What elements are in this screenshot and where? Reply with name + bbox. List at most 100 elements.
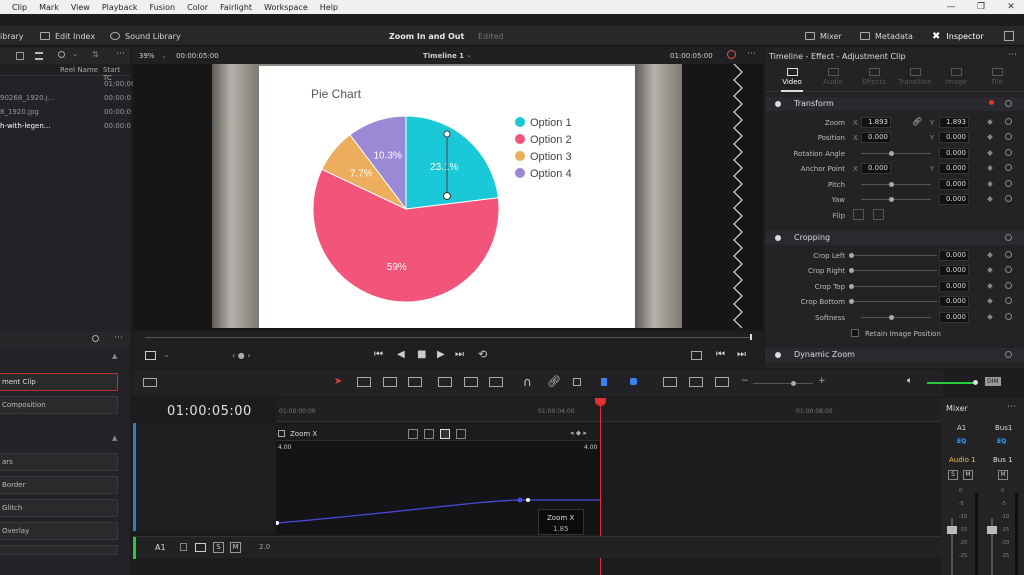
effect-item-bars[interactable]: ars <box>0 453 118 471</box>
effect-item-glitch[interactable]: Glitch <box>0 499 118 517</box>
tab-effects[interactable]: Effects <box>855 64 893 92</box>
zoom-out-icon[interactable]: − <box>741 376 749 386</box>
crop-top-field[interactable]: 0.000 <box>939 281 969 292</box>
mixer-toggle-button[interactable]: Mixer <box>805 26 842 46</box>
mute-button[interactable]: M <box>230 542 241 553</box>
sort-icon[interactable]: ⇅ <box>92 50 99 59</box>
ease-in-icon[interactable] <box>408 429 418 439</box>
menu-item-workspace[interactable]: Workspace <box>264 3 314 12</box>
search-icon[interactable] <box>58 51 65 58</box>
metadata-toggle-button[interactable]: Metadata <box>860 26 913 46</box>
reset-icon[interactable] <box>1005 195 1012 202</box>
collapse-icon[interactable]: ▲ <box>112 352 117 360</box>
linear-icon[interactable] <box>424 429 434 439</box>
menu-item-playback[interactable]: Playback <box>102 3 144 12</box>
zoom-in-icon[interactable]: + <box>818 376 826 386</box>
go-to-end-icon[interactable]: ⏭ <box>455 349 464 360</box>
link-icon[interactable]: 🔗︎ <box>912 117 922 126</box>
position-x-field[interactable]: 0.000 <box>861 132 891 143</box>
stop-icon[interactable]: ■ <box>417 349 426 360</box>
reset-icon[interactable] <box>1005 149 1012 156</box>
lock-icon[interactable] <box>180 543 187 551</box>
effect-item-adjustment-clip[interactable]: ment Clip <box>0 373 118 391</box>
crop-right-slider-knob[interactable] <box>849 268 854 273</box>
menu-item-help[interactable]: Help <box>320 3 344 12</box>
loop-icon[interactable]: ⟲ <box>478 348 487 361</box>
pitch-slider[interactable] <box>861 184 931 185</box>
dynamic-trim-icon[interactable] <box>383 377 397 387</box>
eq-button-1[interactable]: EQ <box>957 438 966 445</box>
media-library-button[interactable]: ibrary <box>0 26 24 46</box>
rotation-angle-field[interactable]: 0.000 <box>939 148 969 159</box>
menu-item-view[interactable]: View <box>71 3 96 12</box>
lock-icon[interactable] <box>573 378 581 386</box>
list-view-icon[interactable] <box>35 52 43 60</box>
softness-field[interactable]: 0.000 <box>939 312 969 323</box>
solo-button[interactable]: S <box>213 542 224 553</box>
curve-menu-icon[interactable] <box>278 430 285 437</box>
fader-knob-2[interactable] <box>987 526 997 534</box>
match-frame-icon[interactable] <box>691 351 702 360</box>
menu-item-clip[interactable]: Clip <box>12 3 33 12</box>
more-options-icon[interactable]: ⋯ <box>116 49 125 59</box>
collapse-icon[interactable]: ▲ <box>112 434 117 442</box>
maximize-panel-icon[interactable] <box>1004 31 1014 41</box>
sound-library-button[interactable]: Sound Library <box>110 26 181 46</box>
tab-video[interactable]: Video <box>773 64 811 92</box>
menu-item-fairlight[interactable]: Fairlight <box>220 3 258 12</box>
position-y-field[interactable]: 0.000 <box>939 132 969 143</box>
keyframe-nav-icon[interactable]: ◂ ◆ ▸ <box>570 429 587 437</box>
reset-icon[interactable] <box>1005 351 1012 358</box>
viewer-zoom[interactable]: 39% <box>139 52 155 60</box>
crop-bottom-slider[interactable] <box>853 301 937 302</box>
scrubber-handle[interactable] <box>750 334 752 340</box>
link-icon[interactable]: 🔗︎ <box>547 375 561 388</box>
timeline-name[interactable]: Timeline 1 <box>423 52 464 60</box>
edit-index-button[interactable]: Edit Index <box>40 26 95 46</box>
timeline-view-options-icon[interactable] <box>143 378 157 387</box>
yaw-slider-knob[interactable] <box>889 197 894 202</box>
rotation-angle-slider-knob[interactable] <box>889 151 894 156</box>
softness-slider[interactable] <box>861 317 931 318</box>
overwrite-clip-icon[interactable] <box>464 377 478 387</box>
timeline-zoom-slider[interactable] <box>753 383 813 384</box>
volume-knob[interactable] <box>973 380 978 385</box>
flag-icon[interactable] <box>601 378 607 386</box>
trim-tool-icon[interactable] <box>357 377 371 387</box>
media-pool-row[interactable]: 8_1920.jpg 00:00:0 <box>0 105 131 119</box>
more-options-icon[interactable]: ⋯ <box>1007 402 1016 412</box>
menu-item-color[interactable]: Color <box>187 3 214 12</box>
anchor-point-x-field[interactable]: 0.000 <box>861 163 891 174</box>
softness-slider-knob[interactable] <box>889 315 894 320</box>
maximize-button[interactable]: ❐ <box>966 0 996 14</box>
yaw-slider[interactable] <box>861 199 931 200</box>
snapping-icon[interactable]: ∩ <box>523 375 532 389</box>
rotation-angle-slider[interactable] <box>861 153 931 154</box>
crop-top-slider[interactable] <box>853 286 937 287</box>
eq-button-2[interactable]: EQ <box>997 438 1006 445</box>
volume-slider[interactable] <box>927 382 975 384</box>
reset-icon[interactable] <box>1005 297 1012 304</box>
scrubber-bar[interactable] <box>145 337 751 338</box>
crop-right-field[interactable]: 0.000 <box>939 265 969 276</box>
effect-item-composition[interactable]: Composition <box>0 396 118 414</box>
reset-icon[interactable] <box>1005 234 1012 241</box>
media-pool-row[interactable]: 01:00:00 <box>0 77 135 91</box>
reset-icon[interactable] <box>1005 118 1012 125</box>
auto-select-icon[interactable] <box>195 543 206 552</box>
more-options-icon[interactable]: ⋯ <box>1008 50 1017 60</box>
crop-right-slider[interactable] <box>853 270 937 271</box>
prev-edit-icon[interactable]: ⏮ <box>716 349 725 360</box>
more-options-icon[interactable]: ⋯ <box>114 333 123 343</box>
pitch-field[interactable]: 0.000 <box>939 179 969 190</box>
close-window-button[interactable]: ✕ <box>996 0 1024 14</box>
inspector-toggle-button[interactable]: ✖ Inspector <box>932 26 984 46</box>
blade-tool-icon[interactable] <box>408 377 422 387</box>
next-edit-icon[interactable]: ⏭ <box>737 349 746 360</box>
flip-horizontal-icon[interactable] <box>853 209 864 220</box>
cropping-toggle[interactable] <box>775 235 781 241</box>
search-icon[interactable] <box>92 335 99 342</box>
reset-icon[interactable] <box>1005 282 1012 289</box>
menu-item-mark[interactable]: Mark <box>39 3 65 12</box>
speaker-icon[interactable]: 🔈︎ <box>907 376 912 386</box>
